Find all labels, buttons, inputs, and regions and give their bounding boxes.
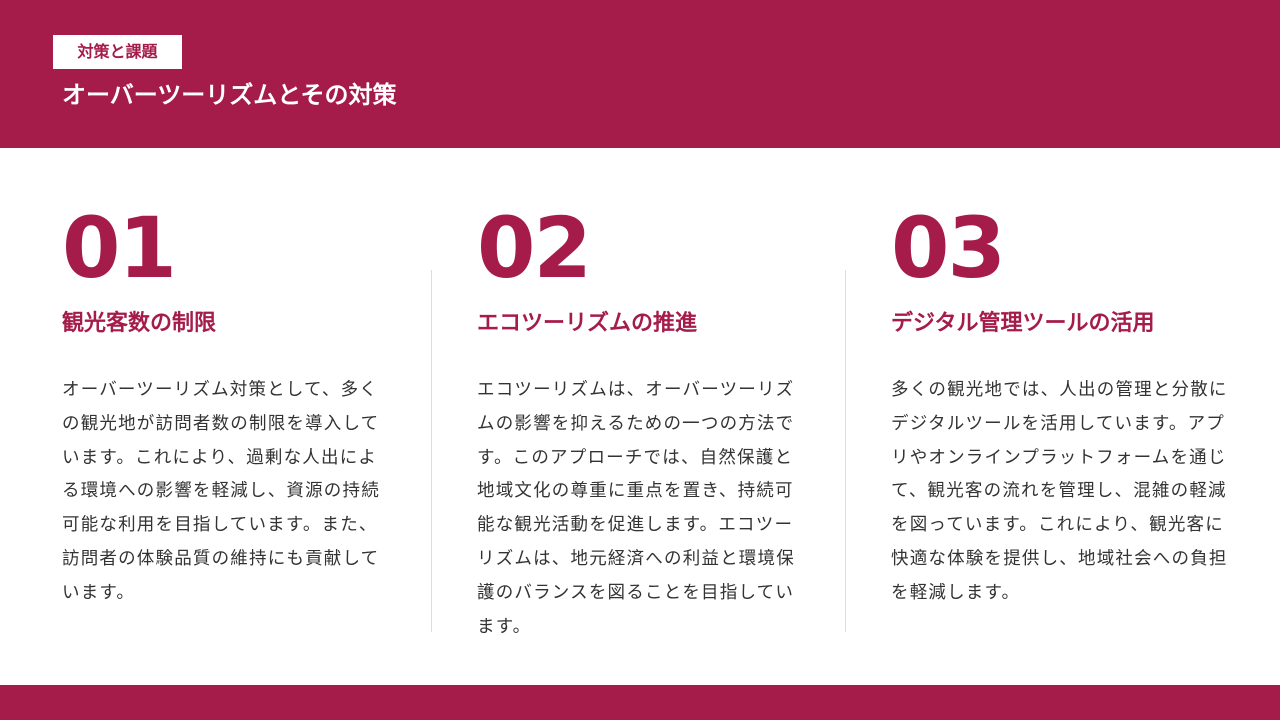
- header-banner: 対策と課題 オーバーツーリズムとその対策: [0, 0, 1280, 148]
- column-heading: デジタル管理ツールの活用: [891, 311, 1155, 336]
- column-2: 02 エコツーリズムの推進 エコツーリズムは、オーバーツーリズムの影響を抑えるた…: [477, 190, 817, 644]
- column-heading: エコツーリズムの推進: [477, 311, 698, 336]
- column-3: 03 デジタル管理ツールの活用 多くの観光地では、人出の管理と分散にデジタルツー…: [891, 190, 1231, 611]
- column-heading: 観光客数の制限: [62, 311, 217, 336]
- section-tag: 対策と課題: [53, 35, 182, 69]
- column-divider: [845, 270, 846, 632]
- footer-bar: [0, 685, 1280, 720]
- column-body: エコツーリズムは、オーバーツーリズムの影響を抑えるための一つの方法です。このアプ…: [477, 380, 795, 637]
- column-body: オーバーツーリズム対策として、多くの観光地が訪問者数の制限を導入しています。これ…: [62, 380, 380, 603]
- column-number: 02: [477, 199, 592, 297]
- column-body: 多くの観光地では、人出の管理と分散にデジタルツールを活用しています。アプリやオン…: [891, 380, 1228, 603]
- column-1: 01 観光客数の制限 オーバーツーリズム対策として、多くの観光地が訪問者数の制限…: [62, 190, 402, 611]
- column-divider: [431, 270, 432, 632]
- page-title: オーバーツーリズムとその対策: [62, 81, 397, 109]
- column-number: 03: [891, 199, 1006, 297]
- column-number: 01: [62, 199, 177, 297]
